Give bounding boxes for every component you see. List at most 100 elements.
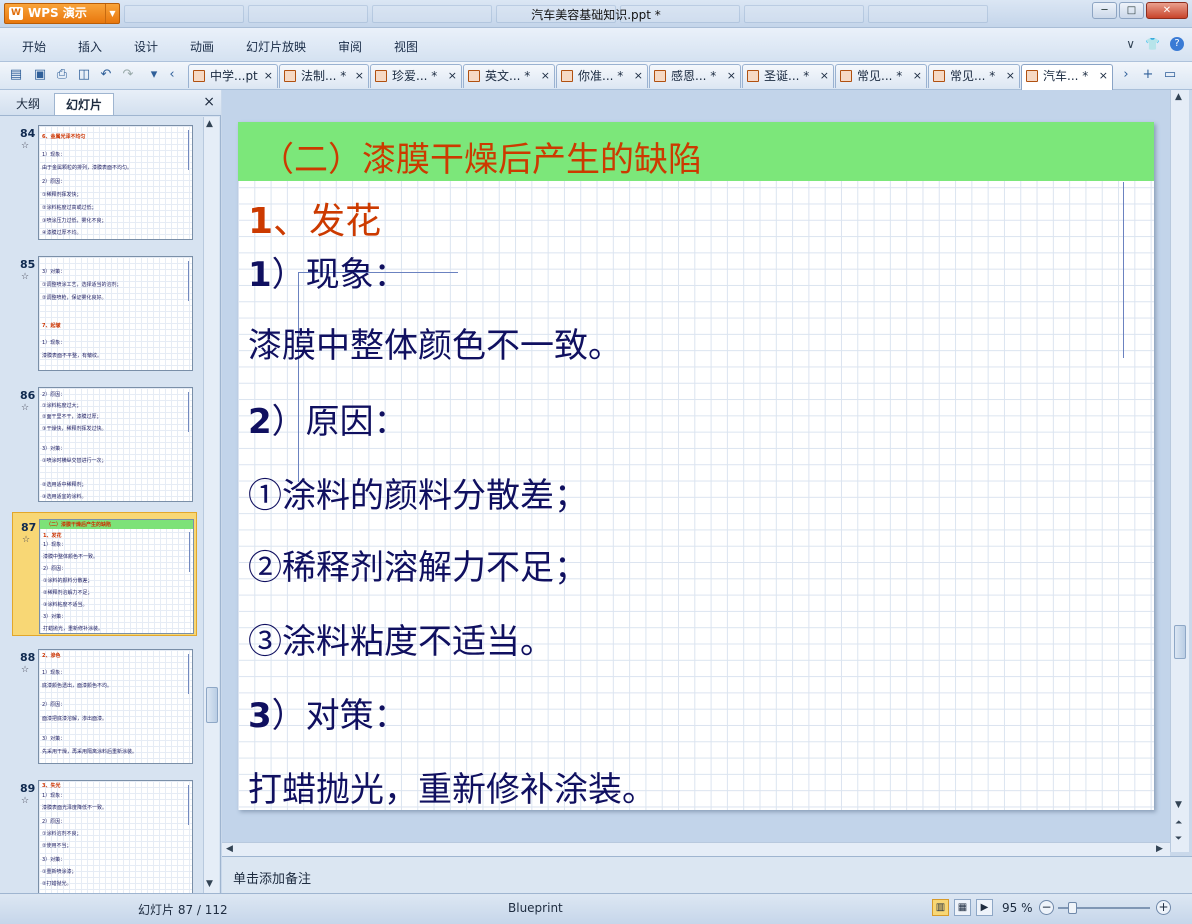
slide-sorter-icon[interactable]: ▦ (954, 899, 971, 916)
slides-panel: 大纲 幻灯片 × 84 ☆ 6、金属光泽不均匀 1）现象： 由于金属颗粒的排列，… (0, 90, 221, 893)
menu-bar: 开始 插入 设计 动画 幻灯片放映 审阅 视图 ∨ 👕 ? (0, 28, 1192, 62)
close-button[interactable]: ✕ (1146, 2, 1188, 19)
ppt-file-icon (1026, 70, 1038, 82)
menu-design[interactable]: 设计 (134, 38, 158, 55)
animation-star-icon: ☆ (21, 796, 30, 806)
status-bar: 幻灯片 87 / 112 Blueprint ▥ ▦ ▶ 95 % − + (0, 893, 1192, 924)
tab-close-icon[interactable]: × (913, 65, 922, 87)
ppt-file-icon (468, 70, 480, 82)
scroll-down-icon[interactable]: ▼ (1175, 800, 1182, 810)
section-heading[interactable]: 1、发花 (248, 192, 381, 244)
new-tab-icon[interactable]: + (1140, 67, 1156, 83)
minimize-button[interactable]: ─ (1092, 2, 1117, 19)
scrollbar-thumb[interactable] (1174, 625, 1186, 659)
tabs-right-icon[interactable]: › (1118, 67, 1134, 83)
doc-tab-5[interactable]: 你准... * × (556, 64, 648, 88)
zoom-slider-handle[interactable] (1068, 902, 1077, 914)
slide-editor: （二）漆膜干燥后产生的缺陷 1、发花 1）现象： 漆膜中整体颜色不一致。 2）原… (222, 90, 1170, 842)
collapse-ribbon-icon[interactable]: ∨ (1126, 37, 1135, 51)
doc-tab-2[interactable]: 法制... * × (279, 64, 369, 88)
tab-close-icon[interactable]: × (541, 65, 550, 87)
window-title: 汽车美容基础知识.ppt * (531, 8, 661, 22)
cause-item-1[interactable]: ①涂料的颜料分散差； (248, 468, 588, 517)
slide-thumbnail-89[interactable]: 89 ☆ 3、失光 1）现象： 漆膜表面光泽度降低不一致。 2）原因： ①涂料溶… (12, 774, 197, 893)
tab-slides[interactable]: 幻灯片 (54, 93, 114, 115)
scroll-left-icon[interactable]: ◀ (226, 844, 233, 854)
tab-close-icon[interactable]: × (634, 65, 643, 87)
scrollbar-thumb[interactable] (206, 687, 218, 723)
horizontal-scrollbar[interactable]: ◀ ▶ (222, 842, 1170, 856)
undo-icon[interactable]: ↶ (98, 67, 114, 83)
slide-title[interactable]: （二）漆膜干燥后产生的缺陷 (260, 132, 702, 181)
zoom-in-button[interactable]: + (1156, 900, 1171, 915)
tab-outline[interactable]: 大纲 (4, 93, 52, 115)
skin-icon[interactable]: 👕 (1145, 37, 1160, 51)
menu-insert[interactable]: 插入 (78, 38, 102, 55)
doc-tab-8[interactable]: 常见... * × (835, 64, 927, 88)
doc-tab-4[interactable]: 英文... * × (463, 64, 555, 88)
print-preview-icon[interactable]: ◫ (76, 67, 92, 83)
tab-close-icon[interactable]: × (1099, 65, 1108, 87)
theme-name: Blueprint (508, 901, 563, 915)
help-icon[interactable]: ? (1170, 37, 1184, 51)
slide-thumbnail-88[interactable]: 88 ☆ 2、渗色 1）现象： 底漆颜色透出，面漆颜色不均。 2）原因： 面漆把… (12, 643, 197, 767)
doc-tab-9[interactable]: 常见... * × (928, 64, 1020, 88)
slideshow-icon[interactable]: ▶ (976, 899, 993, 916)
doc-tab-active[interactable]: 汽车... * × (1021, 64, 1113, 90)
tab-close-icon[interactable]: × (1006, 65, 1015, 87)
subheading-countermeasures[interactable]: 3）对策： (248, 688, 408, 737)
animation-star-icon: ☆ (21, 403, 30, 413)
doc-tab-3[interactable]: 珍爱... * × (370, 64, 462, 88)
notes-pane[interactable]: 单击添加备注 (222, 856, 1192, 893)
cause-item-3[interactable]: ③涂料粘度不适当。 (248, 614, 554, 663)
tab-close-icon[interactable]: × (820, 65, 829, 87)
subheading-causes[interactable]: 2）原因： (248, 394, 408, 443)
slide-thumbnail-87-selected[interactable]: 87 ☆ （二）漆膜干燥后产生的缺陷 1、发花 1）现象： 漆膜中整体颜色不一致… (12, 512, 197, 636)
subheading-phenomenon[interactable]: 1）现象： (248, 247, 408, 296)
print-icon[interactable]: ⎙ (54, 67, 70, 83)
menu-view[interactable]: 视图 (394, 38, 418, 55)
slide-scrollbar[interactable]: ▲ ▼ ⏶ ⏷ (1170, 90, 1189, 852)
tab-close-icon[interactable]: × (727, 65, 736, 87)
menu-review[interactable]: 审阅 (338, 38, 362, 55)
maximize-button[interactable]: □ (1119, 2, 1144, 19)
doc-tab-6[interactable]: 感恩... * × (649, 64, 741, 88)
scroll-down-icon[interactable]: ▼ (206, 879, 213, 889)
previous-slide-icon[interactable]: ⏶ (1175, 818, 1182, 828)
redo-icon[interactable]: ↷ (120, 67, 136, 83)
thumbnail-scrollbar[interactable]: ▲ ▼ (203, 117, 219, 893)
doc-tab-7[interactable]: 圣诞... * × (742, 64, 834, 88)
doc-tab-1[interactable]: 中学...pt × (188, 64, 278, 88)
save-icon[interactable]: ▣ (32, 67, 48, 83)
next-slide-icon[interactable]: ⏷ (1175, 834, 1182, 844)
scroll-right-icon[interactable]: ▶ (1156, 844, 1163, 854)
scroll-up-icon[interactable]: ▲ (206, 119, 213, 129)
ppt-file-icon (375, 70, 387, 82)
countermeasure-text[interactable]: 打蜡抛光，重新修补涂装。 (248, 762, 656, 810)
zoom-out-button[interactable]: − (1039, 900, 1054, 915)
slide-thumbnail-84[interactable]: 84 ☆ 6、金属光泽不均匀 1）现象： 由于金属颗粒的排列，漆膜表面不均匀。 … (12, 119, 197, 243)
restore-layout-icon[interactable]: ▭ (1162, 67, 1178, 83)
close-icon[interactable]: × (203, 94, 215, 110)
thumbnail-image: 2、渗色 1）现象： 底漆颜色透出，面漆颜色不均。 2）原因： 面漆把底漆溶解，… (38, 649, 193, 764)
notes-placeholder: 单击添加备注 (233, 872, 312, 887)
customize-toolbar-icon[interactable]: ▾ (146, 67, 162, 83)
open-folder-icon[interactable]: ▤ (8, 67, 24, 83)
menu-home[interactable]: 开始 (22, 38, 46, 55)
ppt-file-icon (654, 70, 666, 82)
scroll-up-icon[interactable]: ▲ (1175, 92, 1182, 102)
phenomenon-text[interactable]: 漆膜中整体颜色不一致。 (248, 318, 622, 367)
slide-canvas[interactable]: （二）漆膜干燥后产生的缺陷 1、发花 1）现象： 漆膜中整体颜色不一致。 2）原… (238, 122, 1154, 810)
cause-item-2[interactable]: ②稀释剂溶解力不足； (248, 540, 588, 589)
ppt-file-icon (193, 70, 205, 82)
normal-view-icon[interactable]: ▥ (932, 899, 949, 916)
tab-close-icon[interactable]: × (448, 65, 457, 87)
quick-toolbar: ▤ ▣ ⎙ ◫ ↶ ↷ ▾ ‹ 中学...pt × 法制... * × 珍爱... … (0, 62, 1192, 90)
tab-close-icon[interactable]: × (355, 65, 364, 87)
menu-slideshow[interactable]: 幻灯片放映 (246, 38, 306, 55)
slide-thumbnail-85[interactable]: 85 ☆ 3）对策： ①调整喷涂工艺，选择适当的溶剂； ②调整喷枪，保证雾化良好… (12, 250, 197, 374)
tabs-left-icon[interactable]: ‹ (164, 67, 180, 83)
slide-thumbnail-86[interactable]: 86 ☆ 2）原因： ①涂料粘度过大； ②面干里不干，漆膜过厚； ③干燥快，稀释… (12, 381, 197, 505)
menu-animation[interactable]: 动画 (190, 38, 214, 55)
tab-close-icon[interactable]: × (264, 65, 273, 87)
